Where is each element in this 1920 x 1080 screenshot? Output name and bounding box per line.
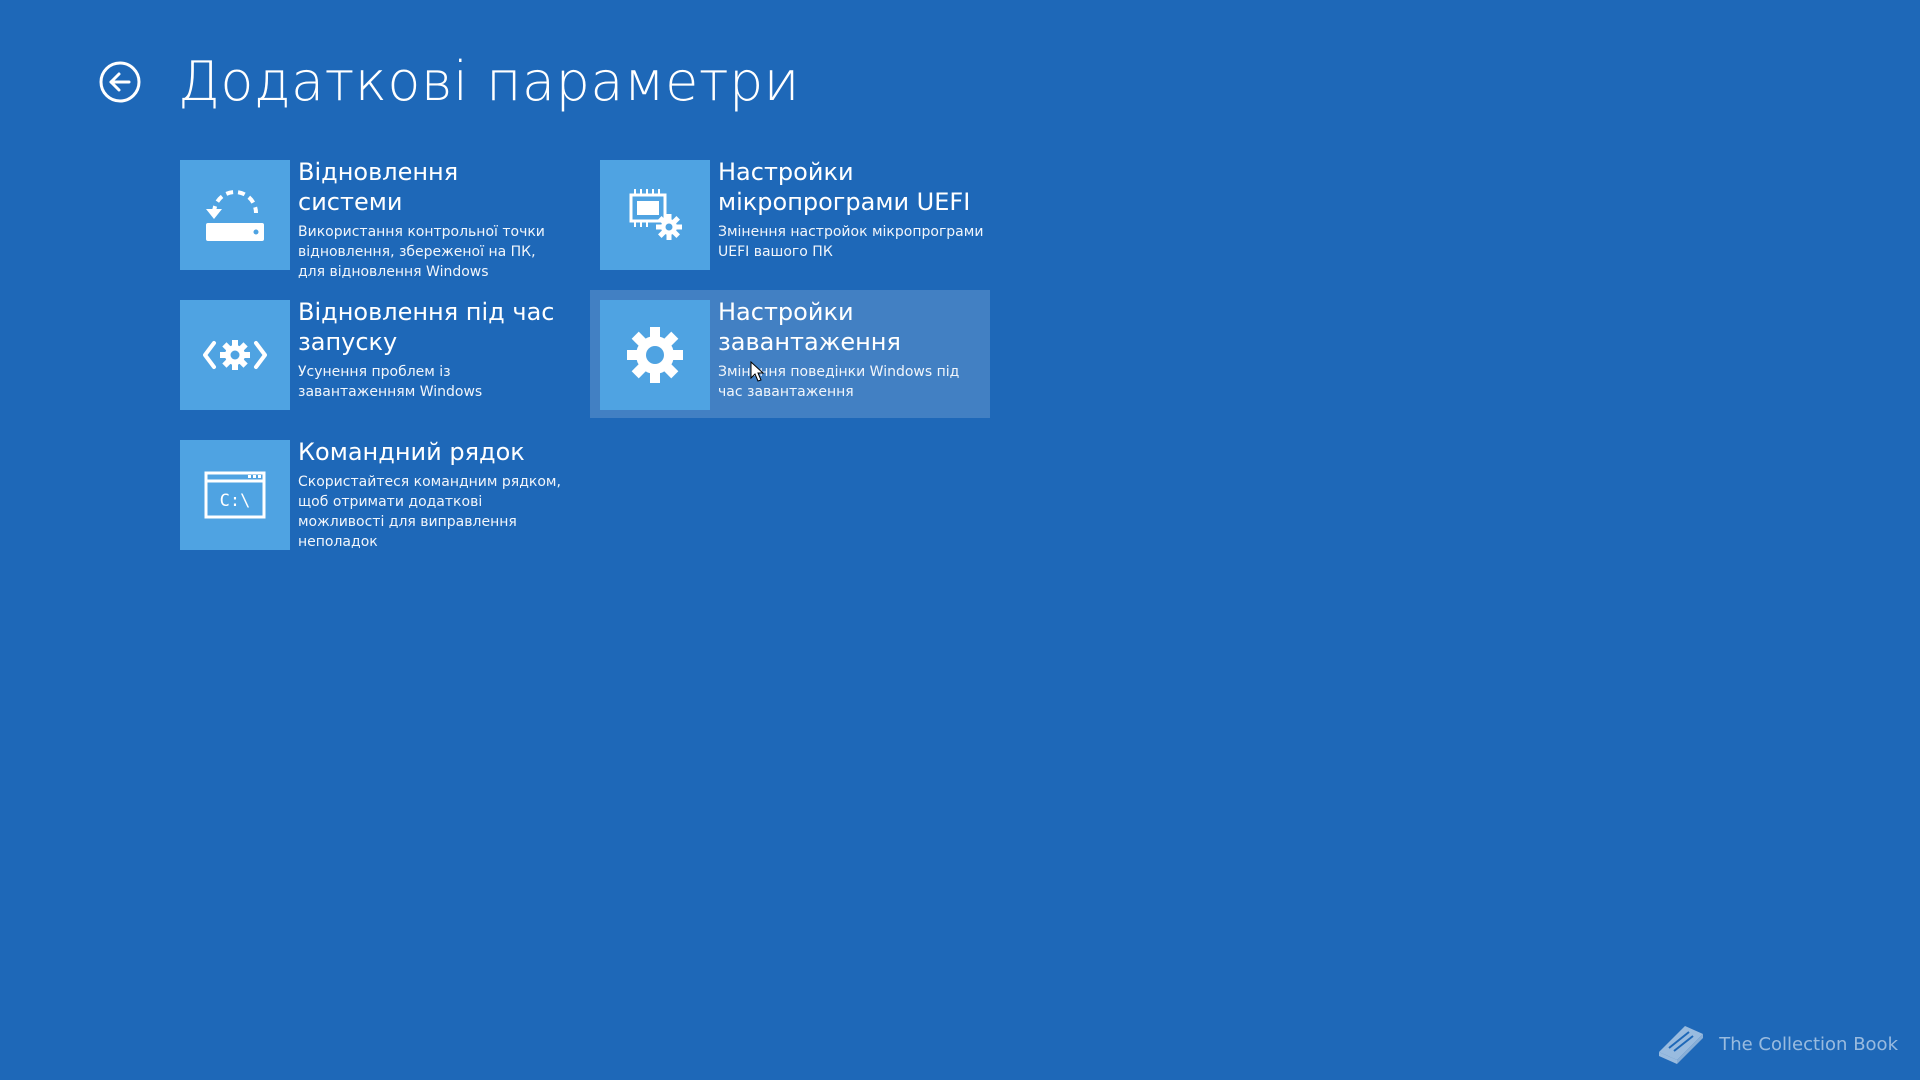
uefi-firmware-icon: [629, 189, 682, 240]
option-tile: [600, 160, 710, 270]
page-title: Додаткові параметри: [178, 50, 800, 113]
option-name: Відновлення під час запуску: [298, 298, 555, 356]
option-description: Використання контрольної точки відновлен…: [298, 224, 545, 280]
option-text: Настройки мікропрограми UEFI Змінення на…: [718, 157, 986, 262]
option-name: Настройки мікропрограми UEFI: [718, 158, 971, 216]
option-text: Відновлення під час запуску Усунення про…: [298, 297, 566, 402]
system-restore-icon: [206, 190, 264, 241]
option-description: Усунення проблем із завантаженням Window…: [298, 364, 483, 400]
book-icon: [1659, 1026, 1704, 1064]
startup-repair-icon: [203, 340, 267, 370]
option-tile: [600, 300, 710, 410]
option-tile: C:\: [180, 440, 290, 550]
back-arrow-circle-icon: [99, 61, 141, 103]
command-prompt-icon: C:\: [204, 471, 266, 519]
option-startup-repair[interactable]: Відновлення під час запуску Усунення про…: [170, 290, 570, 418]
option-text: Настройки завантаження Змінення поведінк…: [718, 297, 986, 402]
option-uefi-firmware[interactable]: Настройки мікропрограми UEFI Змінення на…: [590, 150, 990, 278]
option-command-prompt[interactable]: C:\ Командний рядок Скористайтеся команд…: [170, 430, 570, 558]
option-name: Командний рядок: [298, 438, 525, 466]
option-description: Змінення настройок мікропрограми UEFI ва…: [718, 224, 984, 260]
back-button[interactable]: [98, 60, 142, 104]
watermark: The Collection Book: [1655, 1022, 1898, 1066]
gear-icon: [627, 327, 683, 383]
option-name: Відновлення системи: [298, 158, 459, 216]
option-tile: [180, 160, 290, 270]
command-prompt-icon-text: C:\: [220, 491, 251, 511]
option-startup-settings[interactable]: Настройки завантаження Змінення поведінк…: [590, 290, 990, 418]
option-system-restore[interactable]: Відновлення системи Використання контрол…: [170, 150, 570, 280]
option-text: Командний рядок Скористайтеся командним …: [298, 437, 566, 552]
option-tile: [180, 300, 290, 410]
watermark-text: The Collection Book: [1719, 1033, 1898, 1055]
option-name: Настройки завантаження: [718, 298, 901, 356]
mouse-cursor-icon: [750, 361, 764, 382]
option-description: Скористайтеся командним рядком, щоб отри…: [298, 474, 561, 550]
option-text: Відновлення системи Використання контрол…: [298, 157, 566, 282]
